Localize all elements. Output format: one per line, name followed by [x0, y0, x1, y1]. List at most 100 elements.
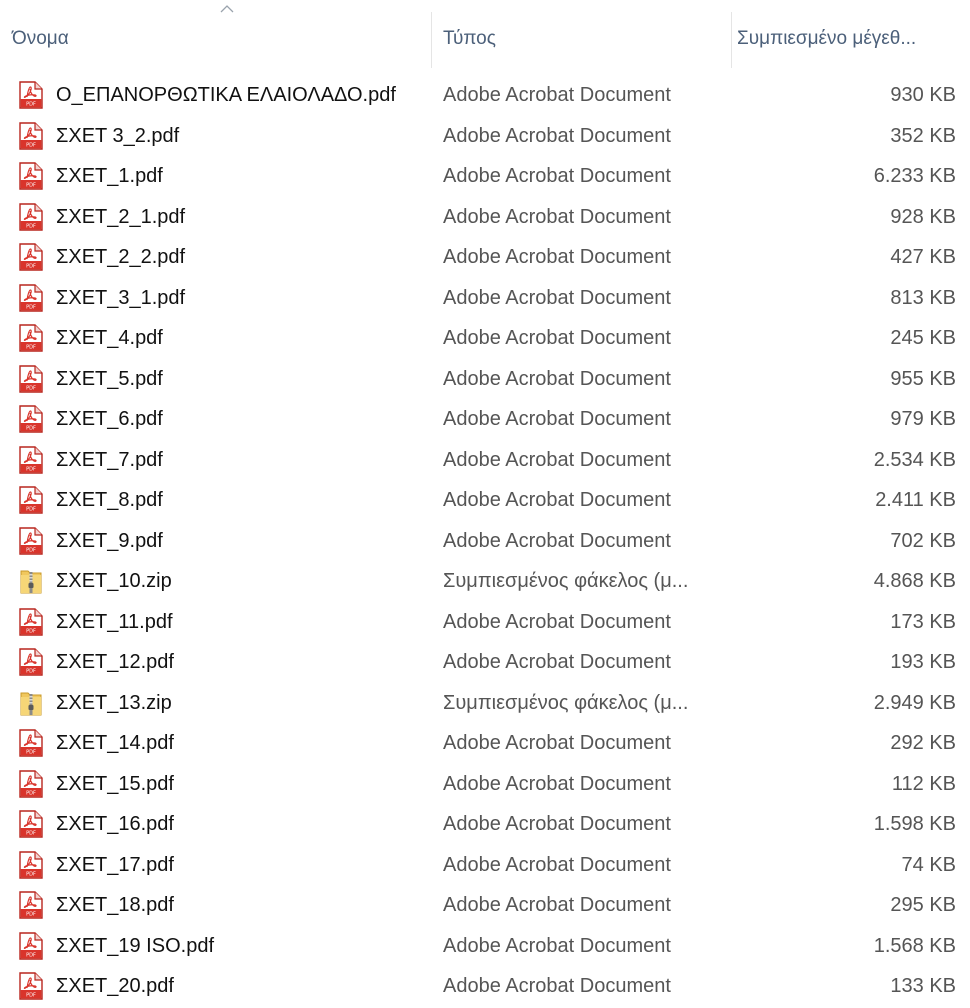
column-divider[interactable] [431, 12, 432, 68]
file-row[interactable]: PDF Ο_ΕΠΑΝΟΡΘΩΤΙΚΑ ΕΛΑΙΟΛΑΔΟ.pdf Adobe Acr… [0, 76, 970, 117]
column-header-name[interactable]: Όνομα [12, 28, 69, 50]
file-name[interactable]: ΣΧΕΤ_13.zip [56, 692, 172, 715]
file-type: Adobe Acrobat Document [443, 165, 671, 187]
pdf-file-icon: PDF [18, 121, 44, 150]
file-type: Adobe Acrobat Document [443, 205, 671, 228]
file-name[interactable]: ΣΧΕΤ_4.pdf [56, 327, 163, 350]
file-name[interactable]: ΣΧΕΤ_9.pdf [56, 530, 163, 553]
svg-text:PDF: PDF [26, 304, 36, 310]
file-compressed-size: 930 KB [890, 84, 956, 106]
file-row[interactable]: PDF ΣΧΕΤ_4.pdf Adobe Acrobat Document 245 K… [0, 319, 970, 360]
file-row[interactable]: PDF ΣΧΕΤ 3_2.pdf Adobe Acrobat Document 352… [0, 117, 970, 158]
file-row[interactable]: PDF ΣΧΕΤ_9.pdf Adobe Acrobat Document 702 K… [0, 522, 970, 563]
file-row[interactable]: PDF ΣΧΕΤ_2_2.pdf Adobe Acrobat Document 427… [0, 238, 970, 279]
file-name[interactable]: ΣΧΕΤ_7.pdf [56, 449, 163, 472]
file-compressed-size: 955 KB [890, 367, 956, 390]
file-row[interactable]: PDF ΣΧΕΤ_19 ISO.pdf Adobe Acrobat Document… [0, 927, 970, 968]
file-row[interactable]: PDF ΣΧΕΤ_17.pdf Adobe Acrobat Document 74 K… [0, 846, 970, 887]
file-compressed-size: 4.868 KB [873, 570, 956, 592]
file-row[interactable]: PDF ΣΧΕΤ_8.pdf Adobe Acrobat Document 2.411… [0, 481, 970, 522]
file-name[interactable]: ΣΧΕΤ_16.pdf [56, 813, 174, 836]
file-compressed-size: 133 KB [890, 975, 956, 997]
file-type: Adobe Acrobat Document [443, 610, 671, 633]
file-name[interactable]: ΣΧΕΤ_12.pdf [56, 651, 174, 674]
file-compressed-size: 74 KB [901, 853, 956, 876]
file-compressed-size: 1.568 KB [873, 934, 956, 957]
file-name[interactable]: ΣΧΕΤ_3_1.pdf [56, 287, 185, 310]
file-row[interactable]: PDF ΣΧΕΤ_16.pdf Adobe Acrobat Document 1.59… [0, 805, 970, 846]
file-compressed-size: 2.411 KB [875, 489, 956, 511]
pdf-file-icon: PDF [18, 324, 44, 352]
file-row[interactable]: PDF ΣΧΕΤ_6.pdf Adobe Acrobat Document 979 K… [0, 400, 970, 441]
file-row[interactable]: PDF ΣΧΕΤ_2_1.pdf Adobe Acrobat Document 928… [0, 198, 970, 239]
file-type: Adobe Acrobat Document [443, 529, 671, 552]
file-name[interactable]: ΣΧΕΤ_5.pdf [56, 368, 163, 391]
svg-text:PDF: PDF [26, 385, 36, 391]
file-row[interactable]: PDF ΣΧΕΤ_18.pdf Adobe Acrobat Document 295 … [0, 886, 970, 927]
pdf-file-icon: PDF [18, 729, 44, 757]
pdf-file-icon: PDF [18, 162, 44, 190]
svg-text:PDF: PDF [26, 102, 36, 108]
file-name[interactable]: ΣΧΕΤ_1.pdf [56, 165, 163, 188]
file-compressed-size: 813 KB [890, 286, 956, 309]
svg-text:PDF: PDF [26, 669, 36, 675]
svg-text:PDF: PDF [26, 831, 36, 837]
file-row[interactable]: ΣΧΕΤ_13.zip Συμπιεσμένος φάκελος (μ... 2.9… [0, 684, 970, 725]
file-type: Adobe Acrobat Document [443, 853, 671, 876]
column-header-compressed-size[interactable]: Συμπιεσμένο μέγεθ... [737, 28, 916, 50]
file-type: Adobe Acrobat Document [443, 651, 671, 673]
file-row[interactable]: PDF ΣΧΕΤ_5.pdf Adobe Acrobat Document 955 K… [0, 360, 970, 401]
file-type: Adobe Acrobat Document [443, 975, 671, 997]
file-row[interactable]: PDF ΣΧΕΤ_20.pdf Adobe Acrobat Document 133 … [0, 967, 970, 1008]
file-name[interactable]: ΣΧΕΤ_19 ISO.pdf [56, 935, 214, 958]
file-name[interactable]: Ο_ΕΠΑΝΟΡΘΩΤΙΚΑ ΕΛΑΙΟΛΑΔΟ.pdf [56, 84, 396, 107]
column-header-type[interactable]: Τύπος [443, 28, 496, 50]
file-name[interactable]: ΣΧΕΤ_17.pdf [56, 854, 174, 877]
file-name[interactable]: ΣΧΕΤ_11.pdf [56, 611, 173, 634]
file-name[interactable]: ΣΧΕΤ_2_1.pdf [56, 206, 185, 229]
zip-folder-icon [18, 567, 44, 595]
file-row[interactable]: PDF ΣΧΕΤ_12.pdf Adobe Acrobat Document 193 … [0, 643, 970, 684]
file-row[interactable]: ΣΧΕΤ_10.zip Συμπιεσμένος φάκελος (μ... 4.8… [0, 562, 970, 603]
svg-text:PDF: PDF [26, 466, 36, 472]
file-type: Adobe Acrobat Document [443, 327, 671, 349]
column-divider[interactable] [731, 12, 732, 68]
sort-ascending-chevron-icon[interactable] [218, 2, 236, 16]
file-name[interactable]: ΣΧΕΤ_6.pdf [56, 408, 163, 431]
file-type: Adobe Acrobat Document [443, 813, 671, 835]
file-type: Adobe Acrobat Document [443, 448, 671, 471]
file-row[interactable]: PDF ΣΧΕΤ_7.pdf Adobe Acrobat Document 2.534… [0, 441, 970, 482]
svg-text:PDF: PDF [26, 871, 36, 877]
file-compressed-size: 193 KB [890, 651, 956, 673]
pdf-file-icon: PDF [18, 810, 44, 838]
file-type: Adobe Acrobat Document [443, 772, 671, 795]
file-row[interactable]: PDF ΣΧΕΤ_3_1.pdf Adobe Acrobat Document 813… [0, 279, 970, 320]
file-name[interactable]: ΣΧΕΤ_8.pdf [56, 489, 163, 512]
file-name[interactable]: ΣΧΕΤ_14.pdf [56, 732, 174, 755]
pdf-file-icon: PDF [18, 445, 44, 474]
file-type: Adobe Acrobat Document [443, 489, 671, 511]
file-compressed-size: 702 KB [890, 529, 956, 552]
file-name[interactable]: ΣΧΕΤ_15.pdf [56, 773, 174, 796]
pdf-file-icon: PDF [18, 526, 44, 555]
file-compressed-size: 2.949 KB [873, 691, 956, 714]
file-name[interactable]: ΣΧΕΤ_2_2.pdf [56, 246, 185, 269]
file-name[interactable]: ΣΧΕΤ_20.pdf [56, 975, 174, 998]
svg-text:PDF: PDF [26, 628, 36, 634]
file-name[interactable]: ΣΧΕΤ_10.zip [56, 570, 172, 593]
file-type: Adobe Acrobat Document [443, 367, 671, 390]
file-name[interactable]: ΣΧΕΤ 3_2.pdf [56, 125, 179, 148]
file-compressed-size: 2.534 KB [873, 448, 956, 471]
file-row[interactable]: PDF ΣΧΕΤ_14.pdf Adobe Acrobat Document 292 … [0, 724, 970, 765]
file-name[interactable]: ΣΧΕΤ_18.pdf [56, 894, 174, 917]
svg-text:PDF: PDF [26, 142, 36, 148]
pdf-file-icon: PDF [18, 405, 44, 433]
file-type: Adobe Acrobat Document [443, 894, 671, 916]
file-row[interactable]: PDF ΣΧΕΤ_11.pdf Adobe Acrobat Document 173 … [0, 603, 970, 644]
file-row[interactable]: PDF ΣΧΕΤ_15.pdf Adobe Acrobat Document 112 … [0, 765, 970, 806]
file-compressed-size: 1.598 KB [873, 813, 956, 835]
file-row[interactable]: PDF ΣΧΕΤ_1.pdf Adobe Acrobat Document 6.233… [0, 157, 970, 198]
svg-text:PDF: PDF [26, 223, 36, 229]
svg-text:PDF: PDF [26, 790, 36, 796]
pdf-file-icon: PDF [18, 243, 44, 271]
